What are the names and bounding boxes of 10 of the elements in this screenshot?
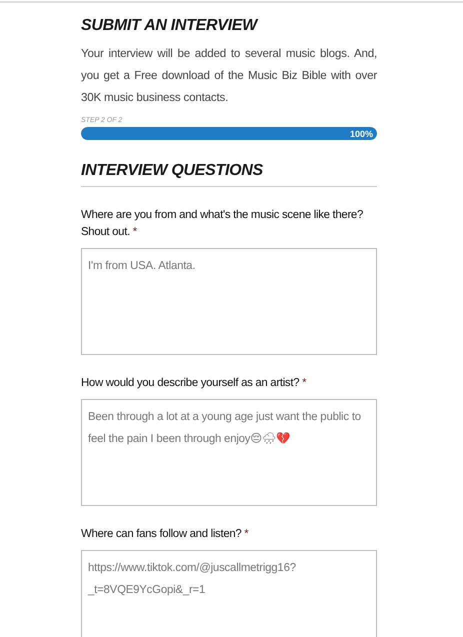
question-label: Where are you from and what's the music scene like there? Shout out. *	[81, 208, 364, 240]
answer-field[interactable]: I'm from USA. Atlanta.	[81, 248, 377, 355]
progress-reading: 100%	[350, 128, 374, 138]
intro-text: Your interview will be added to several music blogs. And, you get a Free download of the Music Biz Bible with over 30K music business contacts.	[81, 46, 377, 106]
answer-field[interactable]: https://www.tiktok.com/@juscallmetrigg16?_t=8VQE9YcGopi&_r=1	[81, 550, 377, 637]
question-label: Where can fans follow and listen? *	[81, 527, 250, 542]
section-title: INTERVIEW QUESTIONS	[81, 162, 264, 180]
answer-field[interactable]: Been through a lot at a young age just want the public to feel the pain I been through enjoy😔🌧💔	[81, 399, 377, 506]
question-label: How would you describe yourself as an artist? *	[81, 376, 308, 391]
page-title: SUBMIT AN INTERVIEW	[81, 17, 260, 35]
